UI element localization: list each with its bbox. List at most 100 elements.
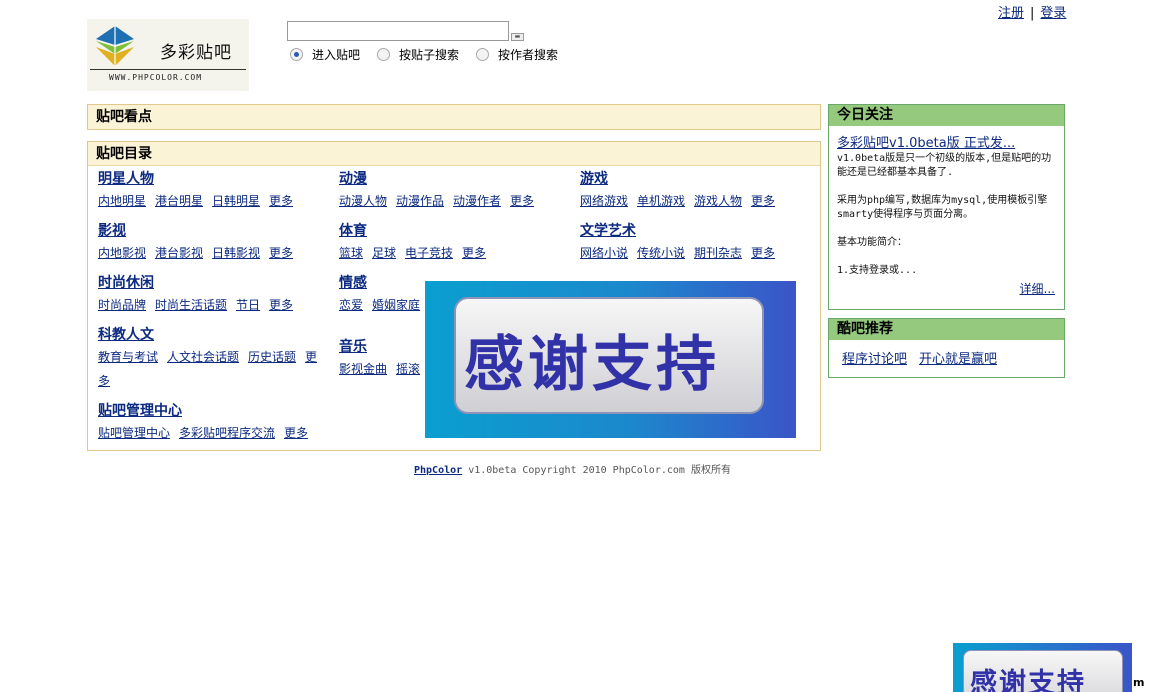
site-logo[interactable]: 多彩贴吧 WWW.PHPCOLOR.COM [87, 19, 249, 91]
directory-title: 贴吧目录 [88, 142, 820, 166]
more-link[interactable]: 更多 [269, 194, 293, 208]
footer: PhpColor v1.0beta Copyright 2010 PhpColo… [414, 461, 731, 476]
sub-link[interactable]: 内地影视 [98, 246, 146, 260]
sub-link[interactable]: 动漫人物 [339, 194, 387, 208]
category-links: 内地明星 港台明星 日韩明星 更多 [98, 189, 330, 213]
search-mode-group: 进入贴吧 按贴子搜索 按作者搜索 [290, 46, 575, 63]
recommend-links: 程序讨论吧 开心就是赢吧 [842, 348, 1009, 367]
category-title[interactable]: 体育 [339, 221, 571, 241]
sub-link[interactable]: 日韩明星 [212, 194, 260, 208]
thanks-text-small: 感谢支持 [970, 668, 1086, 692]
footer-copyright: v1.0beta Copyright 2010 PhpColor.com 版权所… [462, 465, 731, 476]
logo-diamond-icon [96, 26, 134, 66]
radio-circle-selected[interactable] [290, 48, 303, 61]
login-link[interactable]: 登录 [1040, 6, 1066, 21]
recommend-link[interactable]: 程序讨论吧 [842, 352, 907, 367]
recommend-link[interactable]: 开心就是赢吧 [919, 352, 997, 367]
more-link[interactable]: 更多 [751, 246, 775, 260]
sub-link[interactable]: 摇滚 [396, 362, 420, 376]
top-links-separator: | [1030, 6, 1035, 21]
kan-title: 贴吧看点 [88, 105, 820, 129]
thanks-card-small: 感谢支持 [963, 650, 1123, 692]
category-block: 明星人物 内地明星 港台明星 日韩明星 更多 [98, 169, 330, 213]
sub-link[interactable]: 教育与考试 [98, 350, 158, 364]
category-block: 文学艺术 网络小说 传统小说 期刊杂志 更多 [580, 221, 812, 265]
more-link[interactable]: 更多 [284, 426, 308, 440]
sub-link[interactable]: 节日 [236, 298, 260, 312]
sub-link[interactable]: 单机游戏 [637, 194, 685, 208]
radio-label: 按作者搜索 [498, 48, 559, 62]
category-links: 网络小说 传统小说 期刊杂志 更多 [580, 241, 812, 265]
sub-link[interactable]: 港台影视 [155, 246, 203, 260]
sub-link[interactable]: 篮球 [339, 246, 363, 260]
category-links: 教育与考试 人文社会话题 历史话题 更多 [98, 345, 326, 393]
radio-circle[interactable] [377, 48, 391, 61]
more-link[interactable]: 更多 [751, 194, 775, 208]
sub-link[interactable]: 影视金曲 [339, 362, 387, 376]
sub-link[interactable]: 网络游戏 [580, 194, 628, 208]
news-body: v1.0beta版是只一个初级的版本,但是贴吧的功能还是已经都基本具备了. 采用… [837, 153, 1052, 276]
sub-link[interactable]: 贴吧管理中心 [98, 426, 170, 440]
sub-link[interactable]: 动漫作品 [396, 194, 444, 208]
thanks-overlay-image[interactable]: 感谢支持 [425, 281, 796, 438]
radio-label: 按贴子搜索 [399, 48, 460, 62]
logo-rule [90, 69, 246, 70]
logo-url: WWW.PHPCOLOR.COM [109, 73, 203, 82]
sub-link[interactable]: 日韩影视 [212, 246, 260, 260]
category-block: 贴吧管理中心 贴吧管理中心 多彩贴吧程序交流 更多 [98, 401, 398, 445]
category-title[interactable]: 贴吧管理中心 [98, 401, 398, 421]
category-block: 体育 篮球 足球 电子竞技 更多 [339, 221, 571, 265]
sub-link[interactable]: 传统小说 [637, 246, 685, 260]
category-block: 科教人文 教育与考试 人文社会话题 历史话题 更多 [98, 325, 326, 393]
more-link[interactable]: 更多 [269, 298, 293, 312]
recommend-title: 酷吧推荐 [829, 319, 1064, 340]
radio-search-posts[interactable]: 按贴子搜索 [377, 46, 459, 63]
radio-enter-tieba[interactable]: 进入贴吧 [290, 46, 360, 63]
category-title[interactable]: 动漫 [339, 169, 571, 189]
category-links: 内地影视 港台影视 日韩影视 更多 [98, 241, 330, 265]
logo-name: 多彩贴吧 [160, 43, 232, 63]
sub-link[interactable]: 时尚生活话题 [155, 298, 227, 312]
sub-link[interactable]: 港台明星 [155, 194, 203, 208]
sub-link[interactable]: 时尚品牌 [98, 298, 146, 312]
sub-link[interactable]: 人文社会话题 [167, 350, 239, 364]
more-link[interactable]: 更多 [269, 246, 293, 260]
sub-link[interactable]: 婚姻家庭 [372, 298, 420, 312]
sub-link[interactable]: 期刊杂志 [694, 246, 742, 260]
more-link[interactable]: 更多 [510, 194, 534, 208]
sub-link[interactable]: 恋爱 [339, 298, 363, 312]
news-title-link[interactable]: 多彩贴吧v1.0beta版 正式发... [837, 132, 1015, 151]
search-button[interactable]: ▬ [511, 33, 524, 41]
category-links: 贴吧管理中心 多彩贴吧程序交流 更多 [98, 421, 398, 445]
sub-link[interactable]: 多彩贴吧程序交流 [179, 426, 275, 440]
sub-link[interactable]: 网络小说 [580, 246, 628, 260]
radio-circle[interactable] [476, 48, 490, 61]
category-links: 篮球 足球 电子竞技 更多 [339, 241, 571, 265]
search-input[interactable] [287, 21, 509, 41]
thanks-card: 感谢支持 [454, 297, 764, 414]
category-block: 动漫 动漫人物 动漫作品 动漫作者 更多 [339, 169, 571, 213]
category-block: 时尚休闲 时尚品牌 时尚生活话题 节日 更多 [98, 273, 330, 317]
sub-link[interactable]: 动漫作者 [453, 194, 501, 208]
details-link[interactable]: 详细... [1020, 280, 1055, 297]
thanks-overlay-image-small[interactable]: 感谢支持 [953, 643, 1132, 692]
sub-link[interactable]: 内地明星 [98, 194, 146, 208]
sub-link[interactable]: 历史话题 [248, 350, 296, 364]
category-title[interactable]: 游戏 [580, 169, 812, 189]
category-title[interactable]: 科教人文 [98, 325, 326, 345]
category-title[interactable]: 文学艺术 [580, 221, 812, 241]
category-title[interactable]: 明星人物 [98, 169, 330, 189]
overlay-suffix-text: m [1133, 676, 1145, 689]
register-link[interactable]: 注册 [998, 6, 1024, 21]
recommend-panel: 酷吧推荐 程序讨论吧 开心就是赢吧 [828, 318, 1065, 378]
radio-label: 进入贴吧 [312, 48, 361, 62]
category-title[interactable]: 时尚休闲 [98, 273, 330, 293]
more-link[interactable]: 更多 [462, 246, 486, 260]
sub-link[interactable]: 游戏人物 [694, 194, 742, 208]
category-title[interactable]: 影视 [98, 221, 330, 241]
radio-search-author[interactable]: 按作者搜索 [476, 46, 558, 63]
category-block: 游戏 网络游戏 单机游戏 游戏人物 更多 [580, 169, 812, 213]
footer-brand-link[interactable]: PhpColor [414, 465, 462, 476]
sub-link[interactable]: 足球 [372, 246, 396, 260]
sub-link[interactable]: 电子竞技 [405, 246, 453, 260]
